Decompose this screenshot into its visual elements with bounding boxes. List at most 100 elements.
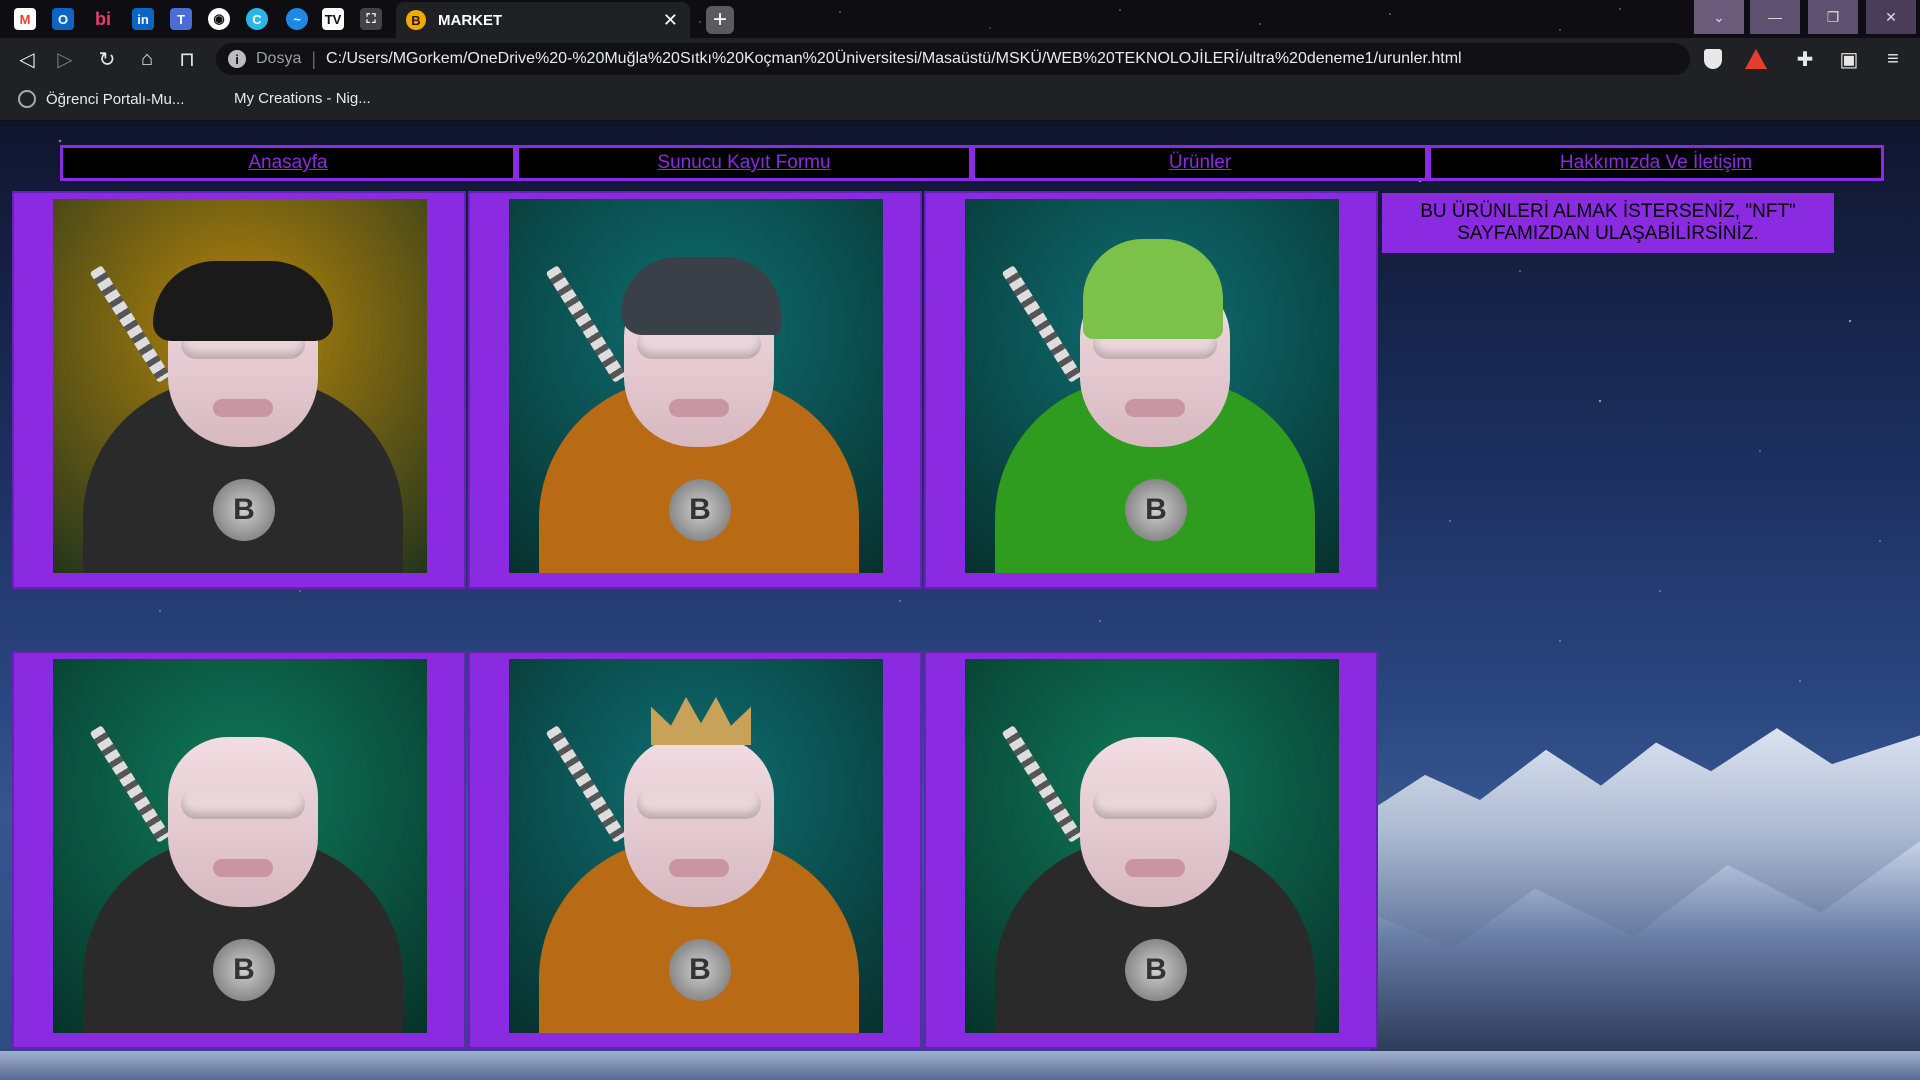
pinned-tab-github[interactable]: ◉	[204, 4, 234, 34]
katana-graphic	[545, 265, 627, 383]
close-icon: ✕	[1885, 8, 1897, 25]
tab-search-button[interactable]: ⌄	[1694, 0, 1744, 34]
nav-item-hakkimizda[interactable]: Hakkımızda Ve İletişim	[1428, 145, 1884, 181]
nav-link[interactable]: Hakkımızda Ve İletişim	[1560, 152, 1752, 174]
back-icon[interactable]: ◁	[14, 46, 40, 72]
pinned-tab-tradingview[interactable]: TV	[318, 4, 348, 34]
tab-strip: M O bi in T ◉ C ~ TV ⛶ B MARKET ✕ + ⌄ — …	[0, 0, 1920, 38]
info-box: BU ÜRÜNLERİ ALMAK İSTERSENİZ, "NFT" SAYF…	[1382, 193, 1834, 253]
new-tab-button[interactable]: +	[706, 6, 734, 34]
ape-eyes	[637, 789, 761, 819]
bitcoin-medal-icon: B	[213, 479, 275, 541]
bitcoin-medal-icon: B	[669, 939, 731, 1001]
crown-hat	[651, 697, 751, 745]
ape-mouth	[1125, 859, 1185, 877]
bi-icon: bi	[95, 8, 111, 29]
address-bar[interactable]: i Dosya | C:/Users/MGorkem/OneDrive%20-%…	[216, 43, 1690, 75]
pinned-tab-linkedin[interactable]: in	[128, 4, 158, 34]
bookmark-item[interactable]: My Creations - Nig...	[234, 90, 371, 107]
bookmark-item[interactable]: Öğrenci Portalı-Mu...	[18, 90, 184, 108]
minimize-button[interactable]: —	[1750, 0, 1800, 34]
nft-image[interactable]: B	[965, 199, 1339, 573]
messenger-icon: ~	[286, 8, 308, 30]
katana-graphic	[545, 725, 627, 843]
katana-graphic	[1001, 265, 1083, 383]
nav-link[interactable]: Anasayfa	[248, 152, 327, 174]
ape-mouth	[669, 859, 729, 877]
ape-eyes	[1093, 789, 1217, 819]
brave-shield-icon[interactable]	[1704, 49, 1722, 69]
product-card[interactable]: B	[924, 651, 1378, 1049]
ape-mouth	[213, 399, 273, 417]
nav-item-sunucu-kayit[interactable]: Sunucu Kayıt Formu	[516, 145, 972, 181]
github-icon: ◉	[208, 8, 230, 30]
pinned-tab-canva[interactable]: C	[242, 4, 272, 34]
pinned-tab-teams[interactable]: T	[166, 4, 196, 34]
forward-icon[interactable]: ▷	[52, 46, 78, 72]
nav-item-anasayfa[interactable]: Anasayfa	[60, 145, 516, 181]
pinned-tab-outlook[interactable]: O	[48, 4, 78, 34]
page-viewport: Anasayfa Sunucu Kayıt Formu Ürünler Hakk…	[0, 121, 1920, 1080]
restore-icon: ❐	[1826, 8, 1840, 25]
product-card[interactable]: B	[12, 651, 466, 1049]
nft-image[interactable]: B	[53, 659, 427, 1033]
close-icon[interactable]: ✕	[663, 10, 678, 31]
bucket-hat	[153, 261, 333, 341]
katana-graphic	[89, 725, 171, 843]
address-url[interactable]: C:/Users/MGorkem/OneDrive%20-%20Muğla%20…	[326, 50, 1462, 68]
linkedin-icon: in	[132, 8, 154, 30]
nft-image[interactable]: B	[509, 199, 883, 573]
menu-icon[interactable]: ≡	[1880, 46, 1906, 72]
pinned-tab-gmail[interactable]: M	[10, 4, 40, 34]
bookmark-label: My Creations - Nig...	[234, 90, 371, 107]
snow-ground	[0, 1051, 1920, 1080]
bitcoin-medal-icon: B	[669, 479, 731, 541]
ape-head	[168, 737, 318, 907]
pinned-tab-messenger[interactable]: ~	[282, 4, 312, 34]
screenshot-icon: ⛶	[360, 8, 382, 30]
info-text-line1: BU ÜRÜNLERİ ALMAK İSTERSENİZ, "NFT"	[1420, 201, 1796, 222]
extensions-icon[interactable]: ✚	[1792, 46, 1818, 72]
brave-rewards-icon[interactable]	[1745, 49, 1767, 69]
gmail-icon: M	[14, 8, 36, 30]
ape-head	[624, 737, 774, 907]
home-icon[interactable]: ⌂	[134, 46, 160, 72]
product-card[interactable]: B	[12, 191, 466, 589]
ape-mouth	[213, 859, 273, 877]
info-icon[interactable]: i	[228, 50, 246, 68]
nav-link[interactable]: Ürünler	[1169, 152, 1231, 174]
tradingview-icon: TV	[322, 8, 344, 30]
nav-link[interactable]: Sunucu Kayıt Formu	[657, 152, 830, 174]
beanie-hat	[1083, 239, 1223, 339]
nav-item-urunler[interactable]: Ürünler	[972, 145, 1428, 181]
bookmark-icon[interactable]: ⊓	[174, 46, 200, 72]
product-card[interactable]: B	[924, 191, 1378, 589]
bitcoin-medal-icon: B	[1125, 939, 1187, 1001]
reload-icon[interactable]: ↻	[94, 46, 120, 72]
minimize-icon: —	[1768, 9, 1782, 25]
outlook-icon: O	[52, 8, 74, 30]
teams-icon: T	[170, 8, 192, 30]
tab-market[interactable]: B MARKET ✕	[396, 2, 690, 38]
tab-title: MARKET	[438, 11, 503, 29]
pinned-tab-screenshot[interactable]: ⛶	[356, 4, 386, 34]
window-close-button[interactable]: ✕	[1866, 0, 1916, 34]
nft-image[interactable]: B	[509, 659, 883, 1033]
cap-hat	[621, 257, 781, 335]
ape-mouth	[669, 399, 729, 417]
ape-mouth	[1125, 399, 1185, 417]
wallet-icon[interactable]: ▣	[1836, 46, 1862, 72]
restore-button[interactable]: ❐	[1808, 0, 1858, 34]
canva-icon: C	[246, 8, 268, 30]
pinned-tab-bi[interactable]: bi	[88, 4, 118, 34]
product-card[interactable]: B	[468, 651, 922, 1049]
info-text-line2: SAYFAMIZDAN ULAŞABİLİRSİNİZ.	[1457, 223, 1759, 244]
nft-image[interactable]: B	[53, 199, 427, 573]
bitcoin-medal-icon: B	[213, 939, 275, 1001]
katana-graphic	[1001, 725, 1083, 843]
nft-image[interactable]: B	[965, 659, 1339, 1033]
address-scheme: Dosya	[256, 50, 302, 67]
globe-icon	[18, 90, 36, 108]
bitcoin-icon: B	[406, 10, 426, 30]
product-card[interactable]: B	[468, 191, 922, 589]
